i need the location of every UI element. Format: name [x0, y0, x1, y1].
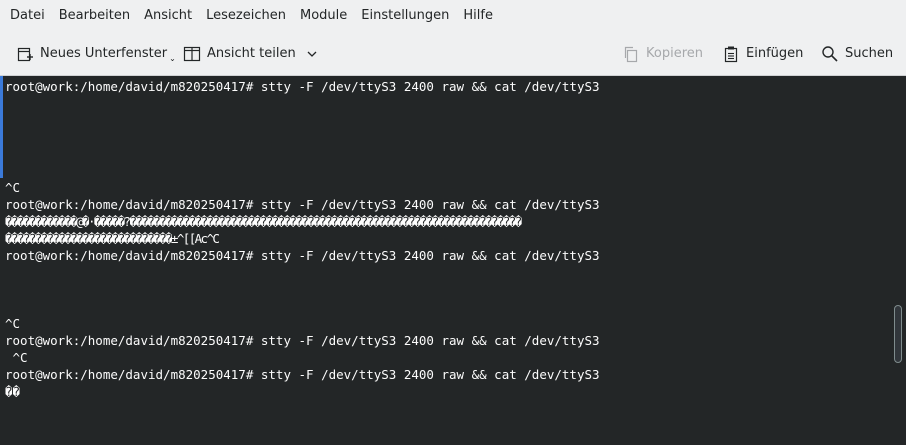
split-view-button[interactable]: Ansicht teilen: [183, 32, 318, 75]
find-button[interactable]: Suchen: [821, 32, 893, 75]
terminal-output[interactable]: root@work:/home/david/m820250417# stty -…: [0, 76, 906, 445]
dropdown-arrow-icon: ⌄: [169, 54, 176, 63]
paste-label: Einfügen: [746, 46, 804, 61]
konsole-window: Datei Bearbeiten Ansicht Lesezeichen Mod…: [0, 0, 906, 445]
menu-lesezeichen[interactable]: Lesezeichen: [206, 0, 286, 32]
terminal-line: ��: [5, 384, 21, 399]
terminal-line: ������������@�·�����?�������������������…: [5, 214, 522, 229]
terminal-line: root@work:/home/david/m820250417# stty -…: [5, 333, 600, 348]
toolbar: Neues Unterfenster ⌄ Ansicht teilen Kopi…: [0, 32, 906, 76]
terminal-line: root@work:/home/david/m820250417# stty -…: [5, 248, 600, 263]
chevron-down-icon[interactable]: [306, 48, 318, 60]
terminal-line: ����������������������������±^[[Ac^C: [5, 231, 220, 246]
vertical-scrollbar[interactable]: [890, 76, 906, 445]
new-tab-icon: [16, 45, 34, 63]
menu-einstellungen[interactable]: Einstellungen: [361, 0, 449, 32]
menu-module[interactable]: Module: [300, 0, 347, 32]
active-view-marker: [0, 76, 3, 178]
new-tab-button[interactable]: Neues Unterfenster ⌄: [16, 32, 176, 75]
terminal-line: ^C: [5, 350, 28, 365]
menu-ansicht[interactable]: Ansicht: [144, 0, 192, 32]
new-tab-label: Neues Unterfenster: [40, 46, 168, 61]
copy-label: Kopieren: [646, 46, 703, 61]
copy-button[interactable]: Kopieren: [622, 32, 703, 75]
terminal-line: ^C: [5, 180, 21, 195]
split-view-label: Ansicht teilen: [207, 46, 296, 61]
terminal-line: ^C: [5, 316, 21, 331]
menu-bearbeiten[interactable]: Bearbeiten: [59, 0, 130, 32]
split-view-icon: [183, 45, 201, 63]
scrollbar-thumb[interactable]: [894, 305, 902, 363]
find-label: Suchen: [845, 46, 894, 61]
search-icon: [821, 45, 839, 63]
paste-button[interactable]: Einfügen: [722, 32, 803, 75]
menu-datei[interactable]: Datei: [10, 0, 45, 32]
paste-icon: [722, 45, 740, 63]
terminal-line: root@work:/home/david/m820250417# stty -…: [5, 367, 600, 382]
terminal-line: root@work:/home/david/m820250417# stty -…: [5, 197, 600, 212]
terminal-line: root@work:/home/david/m820250417# stty -…: [5, 79, 600, 94]
menubar: Datei Bearbeiten Ansicht Lesezeichen Mod…: [0, 0, 906, 32]
copy-icon: [622, 45, 640, 63]
menu-hilfe[interactable]: Hilfe: [463, 0, 493, 32]
